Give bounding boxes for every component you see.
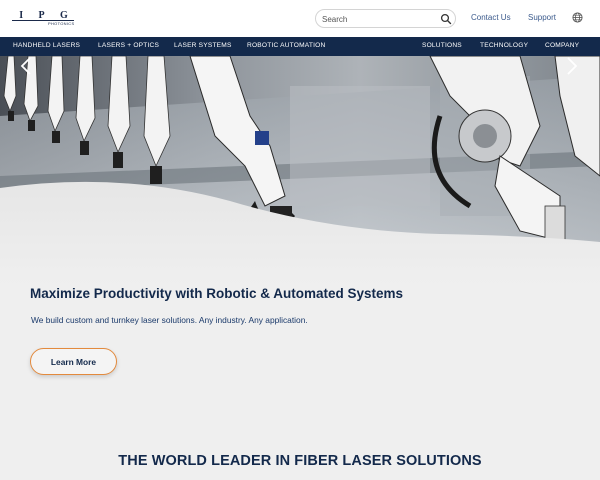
search-input[interactable] xyxy=(322,12,432,26)
ipg-logo[interactable]: I P G PHOTONICS xyxy=(12,10,76,28)
learn-more-button[interactable]: Learn More xyxy=(30,348,117,375)
nav-laser-systems[interactable]: LASER SYSTEMS xyxy=(174,42,232,49)
globe-icon[interactable] xyxy=(572,12,583,23)
nav-robotic-automation[interactable]: ROBOTIC AUTOMATION xyxy=(247,42,325,49)
logo-subtext: PHOTONICS xyxy=(48,21,75,26)
hero-subline: We build custom and turnkey laser soluti… xyxy=(31,315,308,325)
main-nav: HANDHELD LASERS LASERS + OPTICS LASER SY… xyxy=(0,37,600,56)
section-tagline: THE WORLD LEADER IN FIBER LASER SOLUTION… xyxy=(118,453,482,469)
top-header: I P G PHOTONICS Contact Us Support xyxy=(0,0,600,37)
nav-handheld-lasers[interactable]: HANDHELD LASERS xyxy=(13,42,80,49)
hero-headline: Maximize Productivity with Robotic & Aut… xyxy=(30,286,404,301)
robotic-arms-hero-image xyxy=(0,56,600,286)
carousel-prev-arrow-icon[interactable] xyxy=(20,56,32,76)
search-box xyxy=(315,9,456,28)
hero-carousel xyxy=(0,56,600,286)
nav-lasers-optics[interactable]: LASERS + OPTICS xyxy=(98,42,159,49)
carousel-next-arrow-icon[interactable] xyxy=(566,56,578,76)
search-icon[interactable] xyxy=(440,13,452,25)
nav-solutions[interactable]: SOLUTIONS xyxy=(422,42,462,49)
contact-us-link[interactable]: Contact Us xyxy=(471,13,511,22)
nav-technology[interactable]: TECHNOLOGY xyxy=(480,42,528,49)
nav-company[interactable]: COMPANY xyxy=(545,42,579,49)
support-link[interactable]: Support xyxy=(528,13,556,22)
